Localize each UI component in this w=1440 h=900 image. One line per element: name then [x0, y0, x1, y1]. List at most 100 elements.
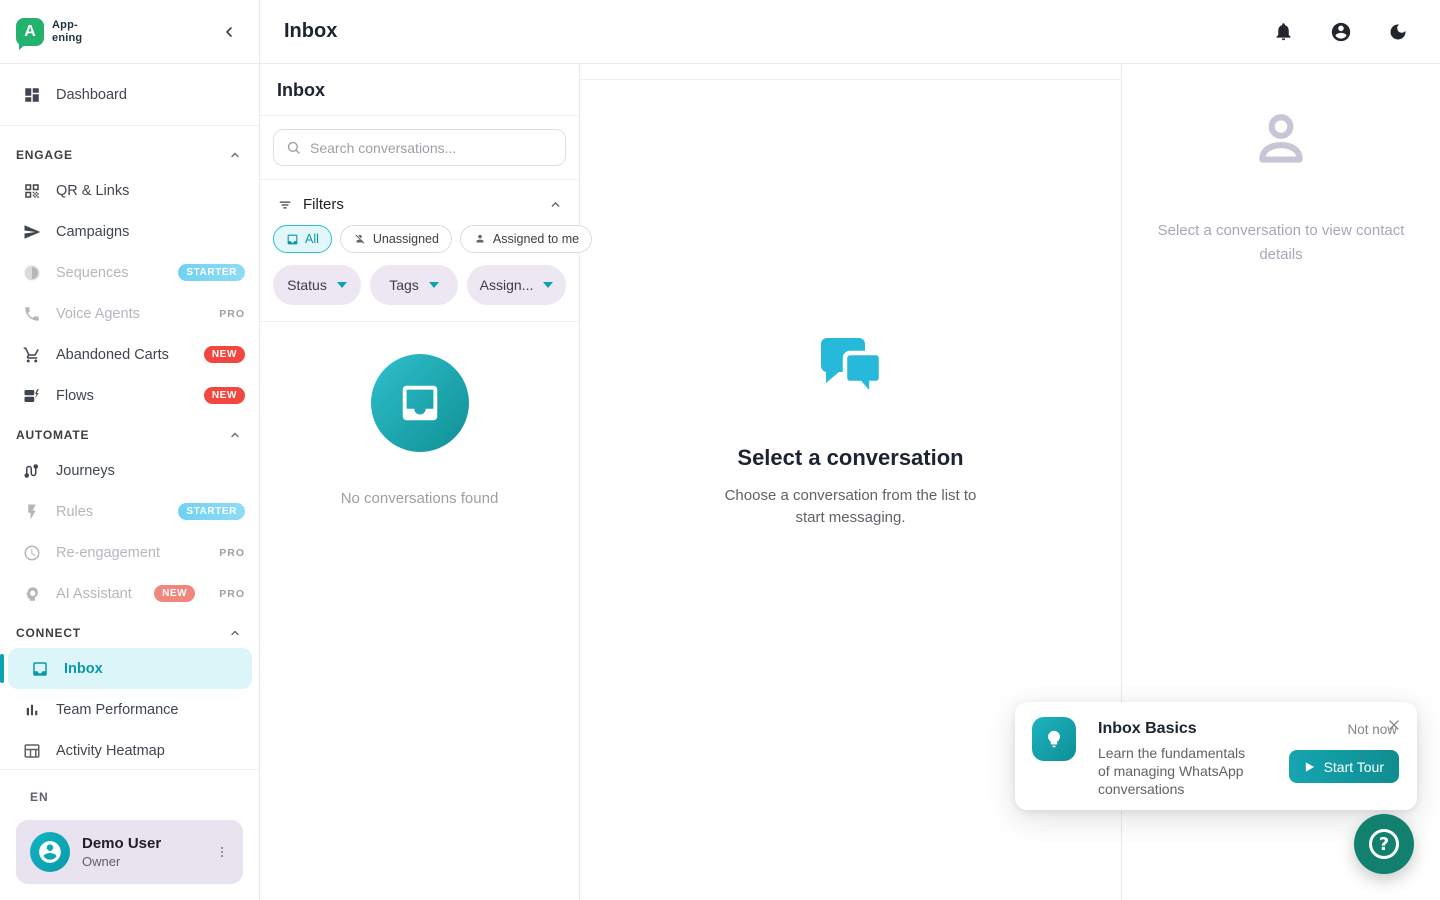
person-icon: [37, 839, 63, 865]
user-name: Demo User: [82, 835, 197, 852]
filter-chip-assigned-to-me[interactable]: Assigned to me: [460, 225, 592, 253]
shopping-cart-icon: [22, 345, 42, 365]
sidebar-footer: EN Demo User Owner: [0, 769, 259, 900]
dropdown-label: Assign...: [480, 277, 534, 293]
sidebar-item-ai-assistant[interactable]: AI Assistant NEW PRO: [0, 573, 259, 614]
filter-dropdowns: Status Tags Assign...: [273, 265, 566, 305]
inbox-circle-icon: [371, 354, 469, 452]
chevron-up-icon: [229, 429, 241, 441]
filter-chip-unassigned[interactable]: Unassigned: [340, 225, 452, 253]
pro-tag: PRO: [219, 547, 245, 559]
conversation-list-panel: Inbox Filters All: [260, 64, 580, 900]
section-title: CONNECT: [16, 626, 81, 640]
section-header-connect[interactable]: CONNECT: [0, 614, 259, 648]
send-icon: [22, 222, 42, 242]
starter-badge: STARTER: [178, 264, 245, 281]
dropdown-label: Status: [287, 277, 327, 293]
assignee-dropdown[interactable]: Assign...: [467, 265, 566, 305]
panel-title: Inbox: [260, 64, 579, 116]
dashboard-icon: [22, 85, 42, 105]
tags-dropdown[interactable]: Tags: [370, 265, 458, 305]
chevron-up-icon: [229, 149, 241, 161]
user-card[interactable]: Demo User Owner: [16, 820, 243, 884]
pro-tag: PRO: [219, 588, 245, 600]
language-selector[interactable]: EN: [16, 790, 243, 804]
notifications-button[interactable]: [1271, 19, 1296, 44]
new-badge: NEW: [204, 387, 245, 404]
search-icon: [286, 140, 301, 155]
sidebar-item-abandoned-carts[interactable]: Abandoned Carts NEW: [0, 334, 259, 375]
sidebar-item-label: AI Assistant: [56, 586, 140, 602]
person-icon: [473, 232, 487, 246]
dark-mode-toggle[interactable]: [1386, 20, 1410, 44]
question-mark-icon: ?: [1369, 829, 1399, 859]
bar-chart-icon: [22, 700, 42, 720]
brand-logo[interactable]: A App- ening: [16, 18, 82, 46]
contact-empty-text: Select a conversation to view contact de…: [1136, 219, 1426, 267]
toast-close-button[interactable]: [1383, 714, 1405, 736]
starter-badge: STARTER: [178, 503, 245, 520]
route-icon: [22, 461, 42, 481]
filter-chip-all[interactable]: All: [273, 225, 332, 253]
toast-title: Inbox Basics: [1098, 720, 1255, 738]
divider: [0, 125, 259, 126]
filters-header[interactable]: Filters: [273, 192, 566, 225]
search-input[interactable]: [310, 140, 553, 156]
chevron-up-icon: [549, 198, 562, 211]
lightbulb-icon: [1043, 728, 1065, 750]
toast-content: Inbox Basics Learn the fundamentals of m…: [1098, 717, 1255, 795]
sidebar-item-label: Team Performance: [56, 702, 245, 718]
inbox-icon: [30, 659, 50, 679]
start-tour-button[interactable]: Start Tour: [1289, 750, 1399, 783]
moon-icon: [1388, 22, 1408, 42]
sidebar-item-re-engagement[interactable]: Re-engagement PRO: [0, 532, 259, 573]
sidebar-item-inbox[interactable]: Inbox: [8, 648, 252, 689]
sidebar-item-voice-agents[interactable]: Voice Agents PRO: [0, 293, 259, 334]
sidebar-nav: Dashboard ENGAGE QR & Links Campaigns Se…: [0, 64, 259, 769]
brand-logo-icon: A: [16, 18, 44, 46]
section-title: AUTOMATE: [16, 428, 89, 442]
flows-icon: [22, 386, 42, 406]
chat-empty-title: Select a conversation: [737, 445, 963, 471]
sidebar-item-team-performance[interactable]: Team Performance: [0, 689, 259, 730]
sidebar-item-journeys[interactable]: Journeys: [0, 450, 259, 491]
sidebar-item-rules[interactable]: Rules STARTER: [0, 491, 259, 532]
inbox-basics-toast: Inbox Basics Learn the fundamentals of m…: [1015, 702, 1417, 810]
brand-name: App- ening: [52, 19, 82, 43]
sidebar-item-label: Re-engagement: [56, 545, 195, 561]
sidebar-item-label: Dashboard: [56, 87, 245, 103]
filter-chips: All Unassigned Assigned to me: [273, 225, 566, 253]
user-menu-button[interactable]: [209, 838, 235, 866]
empty-state-text: No conversations found: [341, 490, 499, 507]
help-button[interactable]: ?: [1354, 814, 1414, 874]
sidebar-item-campaigns[interactable]: Campaigns: [0, 211, 259, 252]
play-icon: [1304, 761, 1315, 773]
status-dropdown[interactable]: Status: [273, 265, 361, 305]
user-role: Owner: [82, 854, 197, 869]
sidebar-item-flows[interactable]: Flows NEW: [0, 375, 259, 416]
sidebar-item-dashboard[interactable]: Dashboard: [0, 74, 259, 115]
conversation-list-empty-state: No conversations found: [260, 322, 579, 900]
chip-label: Unassigned: [373, 232, 439, 246]
sidebar-item-label: Sequences: [56, 265, 164, 281]
person-outline-icon: [1248, 109, 1314, 175]
sidebar-item-qr-links[interactable]: QR & Links: [0, 170, 259, 211]
search-section: [260, 116, 579, 180]
sidebar-item-activity-heatmap[interactable]: Activity Heatmap: [0, 730, 259, 769]
topbar-icons: [1271, 19, 1410, 45]
sidebar-item-label: Activity Heatmap: [56, 743, 245, 759]
lightning-icon: [22, 502, 42, 522]
sidebar-collapse-button[interactable]: [217, 20, 241, 44]
lightbulb-badge: [1032, 717, 1076, 761]
sidebar-item-sequences[interactable]: Sequences STARTER: [0, 252, 259, 293]
search-box: [273, 129, 566, 166]
dropdown-label: Tags: [389, 277, 419, 293]
sidebar-item-label: Rules: [56, 504, 164, 520]
account-button[interactable]: [1328, 19, 1354, 45]
sidebar: A App- ening Dashboard ENGAGE QR & Links…: [0, 0, 260, 900]
section-header-automate[interactable]: AUTOMATE: [0, 416, 259, 450]
qr-code-icon: [22, 181, 42, 201]
section-header-engage[interactable]: ENGAGE: [0, 136, 259, 170]
chat-empty-body: Choose a conversation from the list to s…: [721, 485, 981, 529]
new-badge: NEW: [204, 346, 245, 363]
